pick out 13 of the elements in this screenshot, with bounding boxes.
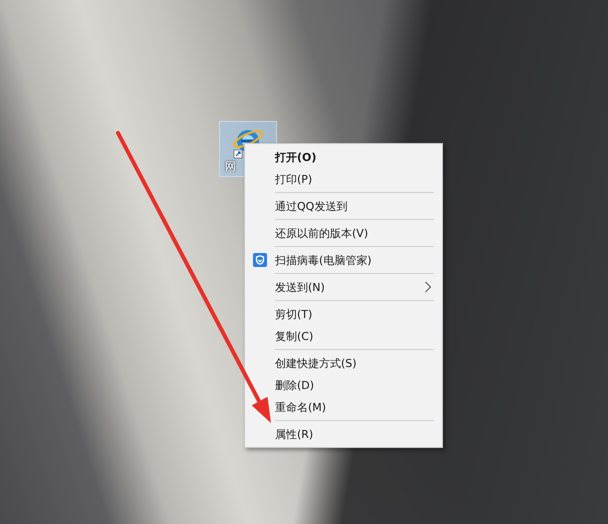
menu-item[interactable]: 删除(D) xyxy=(245,374,442,396)
menu-item[interactable]: 通过QQ发送到 xyxy=(245,195,442,217)
menu-item[interactable]: 扫描病毒(电脑管家) xyxy=(245,249,442,271)
menu-item[interactable]: 属性(R) xyxy=(245,423,442,445)
shield-icon xyxy=(253,253,267,267)
chevron-right-icon xyxy=(424,281,432,293)
menu-item[interactable]: 重命名(M) xyxy=(245,396,442,418)
shortcut-label: 网 xyxy=(225,159,236,174)
menu-item[interactable]: 还原以前的版本(V) xyxy=(245,222,442,244)
menu-item[interactable]: 剪切(T) xyxy=(245,303,442,325)
menu-item[interactable]: 创建快捷方式(S) xyxy=(245,352,442,374)
menu-item[interactable]: 发送到(N) xyxy=(245,276,442,298)
menu-item[interactable]: 复制(C) xyxy=(245,325,442,347)
